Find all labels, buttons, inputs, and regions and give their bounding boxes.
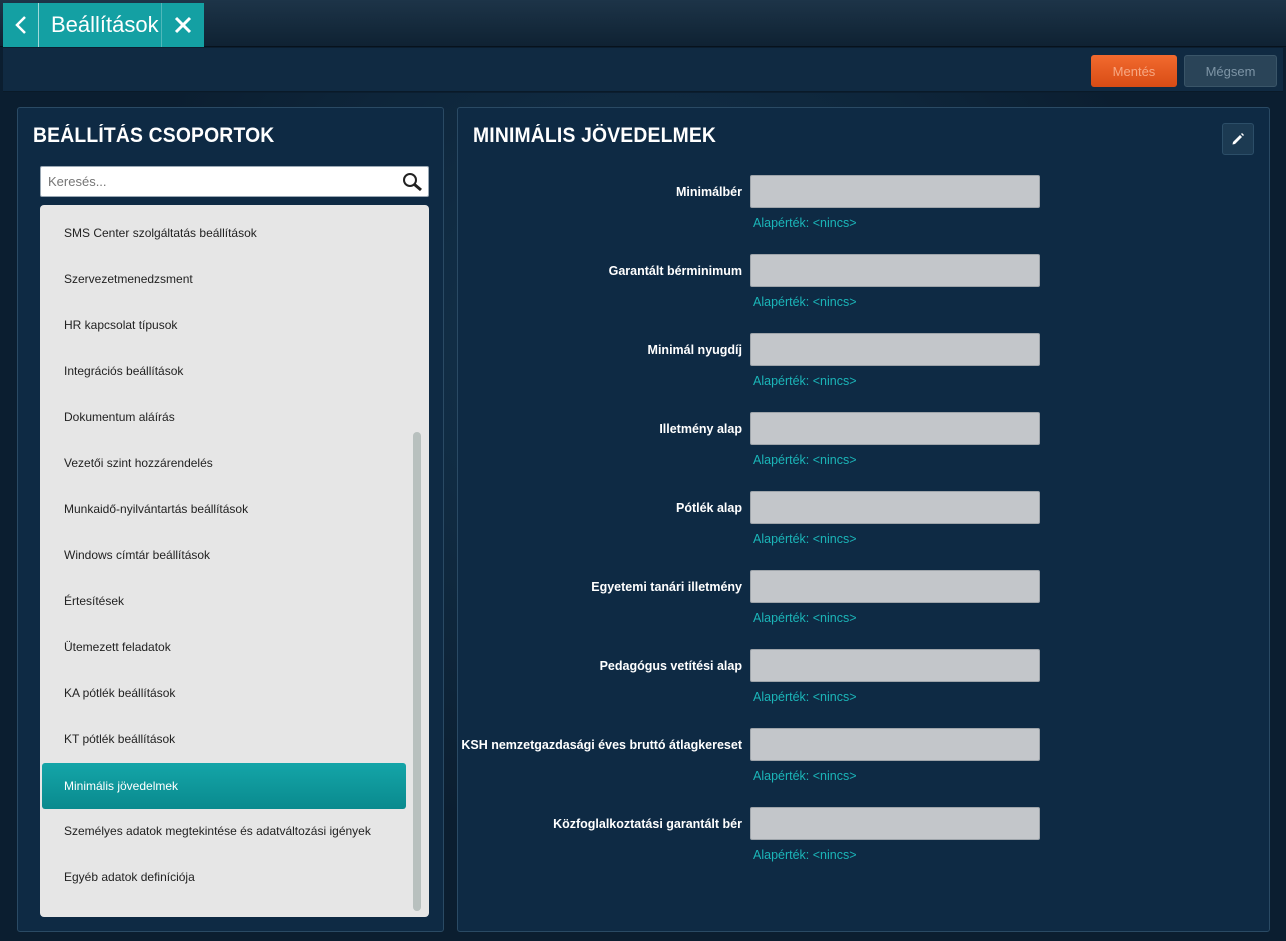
settings-groups-panel: BEÁLLÍTÁS CSOPORTOK SMS Center szolgálta… [17, 107, 444, 932]
back-button[interactable] [3, 3, 39, 47]
default-value-text: Alapérték: <nincs> [753, 453, 857, 467]
list-item[interactable]: Ütemezett feladatok [42, 624, 406, 670]
list-item[interactable]: Vezetői szint hozzárendelés [42, 440, 406, 486]
default-value-text: Alapérték: <nincs> [753, 611, 857, 625]
panel-title: BEÁLLÍTÁS CSOPORTOK [33, 124, 275, 147]
pencil-icon [1232, 133, 1244, 145]
ksh-average-earnings-input[interactable] [750, 728, 1040, 761]
list-item-selected[interactable]: Minimális jövedelmek [42, 763, 406, 809]
chevron-left-icon [14, 16, 26, 34]
guaranteed-minimum-wage-input[interactable] [750, 254, 1040, 287]
save-button[interactable]: Mentés [1091, 55, 1177, 87]
field-label: Illetmény alap [659, 422, 742, 436]
list-item[interactable]: Dokumentum aláírás [42, 394, 406, 440]
close-tab-button[interactable] [161, 3, 203, 47]
salary-base-input[interactable] [750, 412, 1040, 445]
minimum-pension-input[interactable] [750, 333, 1040, 366]
list-item[interactable]: KA pótlék beállítások [42, 670, 406, 716]
tab-title: Beállítások [51, 12, 159, 37]
settings-group-list: SMS Center szolgáltatás beállítások Szer… [40, 205, 429, 917]
edit-button[interactable] [1222, 123, 1254, 155]
allowance-base-input[interactable] [750, 491, 1040, 524]
field-label: Garantált bérminimum [608, 264, 742, 278]
search-input[interactable] [41, 167, 381, 196]
list-scrollbar[interactable] [413, 432, 421, 911]
close-icon [174, 16, 191, 34]
default-value-text: Alapérték: <nincs> [753, 295, 857, 309]
field-label: Pótlék alap [676, 501, 742, 515]
settings-tab[interactable]: Beállítások [3, 3, 204, 47]
cancel-button[interactable]: Mégsem [1184, 55, 1277, 87]
list-item[interactable]: SMS Center szolgáltatás beállítások [42, 210, 406, 256]
search-icon [403, 173, 422, 192]
field-label: Minimál nyugdíj [647, 343, 742, 357]
public-work-wage-input[interactable] [750, 807, 1040, 840]
default-value-text: Alapérték: <nincs> [753, 848, 857, 862]
professor-salary-input[interactable] [750, 570, 1040, 603]
search-box [40, 166, 429, 197]
list-item[interactable]: Integrációs beállítások [42, 348, 406, 394]
default-value-text: Alapérték: <nincs> [753, 532, 857, 546]
field-label: Pedagógus vetítési alap [599, 659, 742, 673]
list-item[interactable]: Windows címtár beállítások [42, 532, 406, 578]
field-label: Minimálbér [676, 185, 742, 199]
action-toolbar: Mentés Mégsem [3, 48, 1283, 92]
list-item[interactable]: Személyes adatok megtekintése és adatvál… [42, 808, 406, 854]
list-item[interactable]: Értesítések [42, 578, 406, 624]
panel-title: MINIMÁLIS JÖVEDELMEK [473, 124, 717, 147]
list-item[interactable]: KT pótlék beállítások [42, 716, 406, 762]
list-item[interactable]: Egyéb adatok definíciója [42, 854, 406, 900]
default-value-text: Alapérték: <nincs> [753, 374, 857, 388]
minimum-wage-input[interactable] [750, 175, 1040, 208]
field-label: Egyetemi tanári illetmény [591, 580, 742, 594]
field-label: KSH nemzetgazdasági éves bruttó átlagker… [461, 738, 742, 752]
list-item[interactable]: Szervezetmenedzsment [42, 256, 406, 302]
minimum-income-panel: MINIMÁLIS JÖVEDELMEK Minimálbér Alapérté… [457, 107, 1270, 932]
search-button[interactable] [402, 172, 424, 196]
list-item[interactable]: Munkaidő-nyilvántartás beállítások [42, 486, 406, 532]
default-value-text: Alapérték: <nincs> [753, 769, 857, 783]
field-label: Közfoglalkoztatási garantált bér [553, 817, 742, 831]
list-item[interactable]: HR kapcsolat típusok [42, 302, 406, 348]
title-bar: Beállítások [0, 0, 1286, 47]
default-value-text: Alapérték: <nincs> [753, 216, 857, 230]
teacher-base-input[interactable] [750, 649, 1040, 682]
default-value-text: Alapérték: <nincs> [753, 690, 857, 704]
